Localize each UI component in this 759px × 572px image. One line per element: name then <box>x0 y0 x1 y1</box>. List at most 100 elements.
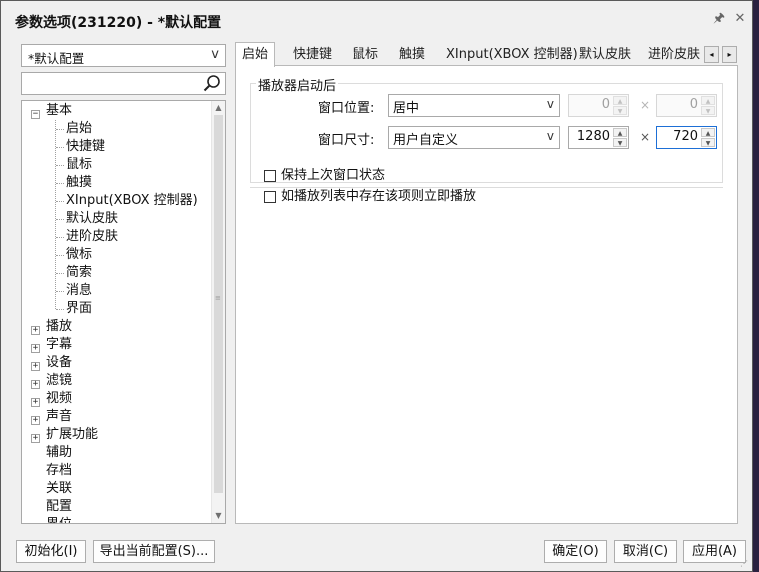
expand-icon[interactable]: + <box>31 434 40 443</box>
stepper-down-icon[interactable]: ▼ <box>701 138 715 147</box>
stepper-up-icon[interactable]: ▲ <box>613 128 627 137</box>
settings-tree[interactable]: − 基本 启始 快捷键 鼠标 触摸 XInput(XBOX 控制器) 默认皮肤 进阶皮肤 微标… <box>21 100 226 524</box>
tree-item[interactable]: 声音 <box>46 408 72 426</box>
tree-item[interactable]: 微标 <box>66 246 92 264</box>
keep-state-checkbox[interactable]: 保持上次窗口状态 <box>264 168 464 184</box>
expand-icon[interactable]: + <box>31 362 40 371</box>
scroll-down-icon[interactable]: ▼ <box>212 509 225 523</box>
tree-item[interactable]: XInput(XBOX 控制器) <box>66 192 198 210</box>
stepper-buttons[interactable]: ▲ ▼ <box>613 128 627 147</box>
group-label: 播放器启动后 <box>256 75 339 94</box>
tree-item[interactable]: 字幕 <box>46 336 72 354</box>
profile-select-value: *默认配置 <box>28 51 85 66</box>
tab-mouse[interactable]: 鼠标 <box>352 44 378 66</box>
tree-item[interactable]: 设备 <box>46 354 72 372</box>
size-width-stepper[interactable]: 1280 ▲ ▼ <box>568 126 629 149</box>
profile-select[interactable]: *默认配置 v <box>21 44 226 67</box>
stepper-buttons[interactable]: ▲ ▼ <box>613 96 627 115</box>
resize-grip-icon[interactable]: ⋰ <box>740 559 750 569</box>
tree-connector <box>56 237 64 238</box>
search-input[interactable] <box>21 72 226 95</box>
expand-icon[interactable]: + <box>31 398 40 407</box>
tree-item[interactable]: 界面 <box>66 300 92 318</box>
checkbox-box[interactable] <box>264 191 276 203</box>
search-icon[interactable] <box>202 74 222 93</box>
tab-startup[interactable]: 启始 <box>235 42 276 67</box>
export-config-button[interactable]: 导出当前配置(S)... <box>93 540 215 563</box>
size-label: 窗口尺寸: <box>318 133 375 148</box>
tree-item-basic[interactable]: 基本 <box>46 102 72 120</box>
stepper-down-icon[interactable]: ▼ <box>701 106 715 115</box>
tree-connector <box>56 309 64 310</box>
stepper-buttons[interactable]: ▲ ▼ <box>701 128 715 147</box>
expand-icon[interactable]: + <box>31 416 40 425</box>
tree-item[interactable]: 关联 <box>46 480 72 498</box>
tab-scroll-left-icon[interactable]: ◂ <box>704 46 719 63</box>
tab-touch[interactable]: 触摸 <box>399 44 425 66</box>
size-height-value: 720 <box>673 129 698 144</box>
tree-scrollbar[interactable]: ▲ ≡ ▼ <box>211 101 225 523</box>
tree-item[interactable]: 进阶皮肤 <box>66 228 118 246</box>
position-y-stepper[interactable]: 0 ▲ ▼ <box>656 94 717 117</box>
tree-item[interactable]: 鼠标 <box>66 156 92 174</box>
cancel-button[interactable]: 取消(C) <box>614 540 677 563</box>
tree-item[interactable]: 配置 <box>46 498 72 516</box>
tab-xinput[interactable]: XInput(XBOX 控制器) <box>446 44 578 66</box>
times-sign: × <box>640 130 651 144</box>
stepper-buttons[interactable]: ▲ ▼ <box>701 96 715 115</box>
tree-item[interactable]: 视频 <box>46 390 72 408</box>
tree-item[interactable]: 快捷键 <box>66 138 105 156</box>
window-title: 参数选项(231220) - *默认配置 <box>15 15 222 31</box>
close-icon[interactable]: ✕ <box>732 11 748 27</box>
settings-dialog: 参数选项(231220) - *默认配置 🖈 ✕ *默认配置 v − 基本 启始… <box>0 0 753 572</box>
stepper-up-icon[interactable]: ▲ <box>613 96 627 105</box>
tree-item[interactable]: 界位 <box>46 516 72 523</box>
tree-item[interactable]: 存档 <box>46 462 72 480</box>
tab-hotkeys[interactable]: 快捷键 <box>293 44 332 66</box>
reset-button[interactable]: 初始化(I) <box>16 540 86 563</box>
expand-icon[interactable]: + <box>31 380 40 389</box>
tab-advanced-skin[interactable]: 进阶皮肤 <box>648 44 704 66</box>
collapse-icon[interactable]: − <box>31 110 40 119</box>
tab-scroll-right-icon[interactable]: ▸ <box>722 46 737 63</box>
tree-item[interactable]: 滤镜 <box>46 372 72 390</box>
tree-connector <box>56 165 64 166</box>
tree-item[interactable]: 播放 <box>46 318 72 336</box>
tree-item[interactable]: 默认皮肤 <box>66 210 118 228</box>
tree-connector <box>56 129 64 130</box>
chevron-down-icon: v <box>211 47 219 62</box>
desktop-background <box>753 0 759 572</box>
play-if-in-list-checkbox[interactable]: 如播放列表中存在该项则立即播放 <box>264 189 564 205</box>
tree-item[interactable]: 启始 <box>66 120 92 138</box>
chevron-down-icon: v <box>546 97 554 111</box>
position-label: 窗口位置: <box>318 101 375 116</box>
pin-icon[interactable]: 🖈 <box>711 11 727 27</box>
scroll-up-icon[interactable]: ▲ <box>212 101 225 115</box>
tree-item[interactable]: 扩展功能 <box>46 426 98 444</box>
divider <box>250 187 723 188</box>
scrollbar-thumb[interactable] <box>214 115 223 493</box>
expand-icon[interactable]: + <box>31 344 40 353</box>
tree-item[interactable]: 触摸 <box>66 174 92 192</box>
apply-button[interactable]: 应用(A) <box>683 540 746 563</box>
stepper-down-icon[interactable]: ▼ <box>613 106 627 115</box>
position-select[interactable]: 居中 v <box>388 94 560 117</box>
stepper-up-icon[interactable]: ▲ <box>701 96 715 105</box>
expand-icon[interactable]: + <box>31 326 40 335</box>
stepper-up-icon[interactable]: ▲ <box>701 128 715 137</box>
tree-item[interactable]: 简索 <box>66 264 92 282</box>
checkbox-box[interactable] <box>264 170 276 182</box>
stepper-down-icon[interactable]: ▼ <box>613 138 627 147</box>
size-width-value: 1280 <box>576 129 610 144</box>
position-x-value: 0 <box>601 97 610 112</box>
tree-content: − 基本 启始 快捷键 鼠标 触摸 XInput(XBOX 控制器) 默认皮肤 进阶皮肤 微标… <box>22 101 212 523</box>
tree-item[interactable]: 辅助 <box>46 444 72 462</box>
ok-button[interactable]: 确定(O) <box>544 540 607 563</box>
position-x-stepper[interactable]: 0 ▲ ▼ <box>568 94 629 117</box>
tab-default-skin[interactable]: 默认皮肤 <box>579 44 631 66</box>
size-height-stepper[interactable]: 720 ▲ ▼ <box>656 126 717 149</box>
title-bar[interactable]: 参数选项(231220) - *默认配置 🖈 ✕ <box>1 1 752 39</box>
tree-item[interactable]: 消息 <box>66 282 92 300</box>
times-sign: × <box>640 98 651 112</box>
size-select[interactable]: 用户自定义 v <box>388 126 560 149</box>
